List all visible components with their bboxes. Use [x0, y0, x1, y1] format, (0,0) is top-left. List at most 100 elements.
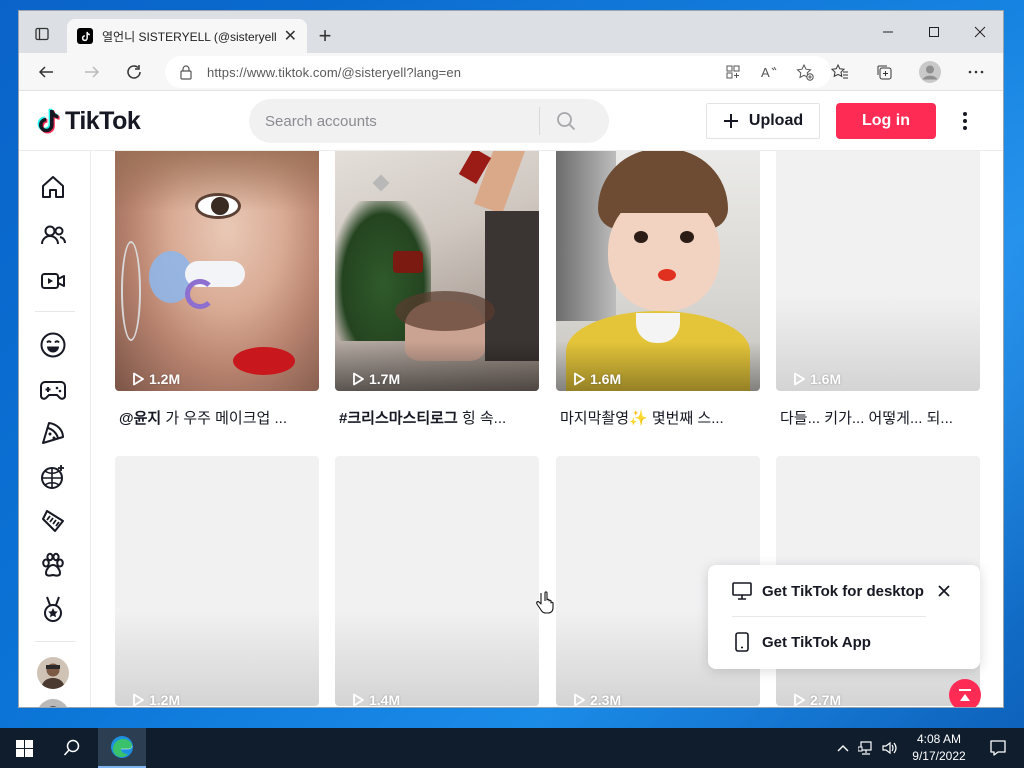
start-button[interactable] [0, 728, 48, 768]
dance-icon[interactable] [37, 461, 69, 493]
back-button[interactable] [31, 57, 61, 87]
collections-icon [877, 65, 892, 80]
system-tray [836, 728, 898, 768]
arrow-up-icon [959, 689, 971, 701]
browser-window: 열언니 SISTERYELL (@sisteryell) | TikTok ✕ … [18, 10, 1004, 708]
new-tab-button[interactable]: + [313, 23, 337, 48]
play-icon [133, 693, 144, 707]
login-button[interactable]: Log in [836, 103, 936, 139]
video-card[interactable]: 1.4M [335, 456, 539, 707]
notification-icon [990, 740, 1006, 756]
view-count: 1.2M [131, 692, 180, 707]
video-caption[interactable]: 다들... 키가... 어떻게... 되... [776, 407, 972, 428]
collections-button[interactable] [869, 57, 899, 87]
apps-icon[interactable] [721, 60, 745, 84]
video-thumbnail[interactable] [335, 151, 539, 391]
video-thumbnail[interactable] [776, 151, 980, 391]
following-icon[interactable] [37, 219, 69, 251]
taskbar: 4:08 AM 9/17/2022 [0, 728, 1024, 768]
tab-actions-icon [35, 27, 49, 41]
search-icon [557, 112, 576, 131]
search-button[interactable] [540, 99, 592, 143]
browser-tab[interactable]: 열언니 SISTERYELL (@sisteryell) | TikTok ✕ [67, 19, 307, 53]
video-thumbnail[interactable] [335, 456, 539, 706]
nav-divider [35, 641, 75, 642]
address-bar[interactable]: https://www.tiktok.com/@sisteryell?lang=… [165, 56, 831, 88]
video-card[interactable]: 1.2M [115, 456, 319, 707]
profile-button[interactable] [915, 57, 945, 87]
taskbar-search-button[interactable] [48, 728, 96, 768]
forward-arrow-icon [85, 66, 100, 78]
search-bar [249, 99, 609, 143]
video-thumbnail[interactable] [115, 151, 319, 391]
read-aloud-icon[interactable]: A [757, 60, 781, 84]
tiktok-logo[interactable]: TikTok [35, 105, 141, 137]
animals-icon[interactable] [37, 549, 69, 581]
close-window-button[interactable] [957, 11, 1003, 53]
forward-button[interactable] [77, 57, 107, 87]
suggested-account-avatar[interactable] [37, 699, 69, 707]
video-thumbnail[interactable] [556, 151, 760, 391]
tab-close-icon[interactable]: ✕ [284, 26, 297, 46]
video-card[interactable]: 1.6M 다들... 키가... 어떻게... 되... [776, 151, 980, 428]
tab-actions-button[interactable] [27, 21, 57, 47]
minimize-button[interactable] [865, 11, 911, 53]
settings-menu-button[interactable] [961, 57, 991, 87]
chevron-up-icon[interactable] [836, 741, 850, 755]
volume-icon[interactable] [882, 741, 898, 755]
play-icon [794, 693, 805, 707]
url-text: https://www.tiktok.com/@sisteryell?lang=… [207, 64, 462, 80]
video-caption[interactable]: @윤지 가 우주 메이크업 ... [115, 407, 311, 428]
get-app-link[interactable]: Get TikTok App [732, 630, 871, 654]
favorites-icon [831, 63, 848, 79]
suggested-account-avatar[interactable] [37, 657, 69, 689]
food-icon[interactable] [37, 417, 69, 449]
more-options-button[interactable] [953, 107, 977, 135]
edge-taskbar-button[interactable] [98, 728, 146, 768]
favorites-button[interactable] [825, 57, 855, 87]
scroll-to-top-button[interactable] [949, 679, 981, 707]
close-popup-button[interactable] [932, 579, 956, 603]
video-card[interactable]: 1.7M #크리스마스티로그 힝 속... [335, 151, 539, 428]
system-clock[interactable]: 4:08 AM 9/17/2022 [906, 731, 972, 765]
view-count: 1.4M [351, 692, 400, 707]
clock-time: 4:08 AM [916, 732, 962, 746]
home-icon[interactable] [37, 171, 69, 203]
view-count: 2.3M [572, 692, 621, 707]
clock-date: 9/17/2022 [912, 749, 966, 763]
get-app-popup: Get TikTok for desktop Get TikTok App [708, 565, 980, 669]
nav-divider [35, 311, 75, 312]
beauty-icon[interactable] [37, 505, 69, 537]
upload-label: Upload [748, 112, 804, 129]
more-dots-icon [968, 70, 984, 74]
desktop-icon [732, 582, 752, 600]
video-card[interactable]: 1.6M 마지막촬영✨ 몇번째 스... [556, 151, 760, 428]
gaming-icon[interactable] [37, 373, 69, 405]
video-caption[interactable]: 마지막촬영✨ 몇번째 스... [556, 407, 752, 428]
side-navigation [19, 151, 91, 707]
upload-button[interactable]: Upload [706, 103, 820, 139]
search-icon [63, 739, 80, 756]
sports-icon[interactable] [37, 593, 69, 625]
add-favorite-icon[interactable] [793, 60, 817, 84]
live-icon[interactable] [37, 265, 69, 297]
view-count: 1.6M [572, 371, 621, 387]
browser-toolbar: https://www.tiktok.com/@sisteryell?lang=… [19, 53, 1003, 91]
play-icon [353, 372, 364, 386]
video-caption[interactable]: #크리스마스티로그 힝 속... [335, 407, 531, 428]
mobile-phone-icon [735, 632, 749, 652]
video-thumbnail[interactable] [115, 456, 319, 706]
notifications-button[interactable] [978, 728, 1018, 768]
maximize-button[interactable] [911, 11, 957, 53]
view-count: 1.7M [351, 371, 400, 387]
tiktok-header: TikTok Upload Log in [19, 91, 1003, 151]
video-card[interactable]: 1.2M @윤지 가 우주 메이크업 ... [115, 151, 319, 428]
search-input[interactable] [249, 112, 539, 130]
refresh-button[interactable] [119, 57, 149, 87]
comedy-icon[interactable] [37, 329, 69, 361]
network-icon[interactable] [858, 741, 874, 755]
lock-icon [179, 64, 193, 80]
popup-divider [732, 616, 926, 617]
get-desktop-link[interactable]: Get TikTok for desktop [732, 579, 924, 603]
windows-logo-icon [15, 739, 33, 757]
